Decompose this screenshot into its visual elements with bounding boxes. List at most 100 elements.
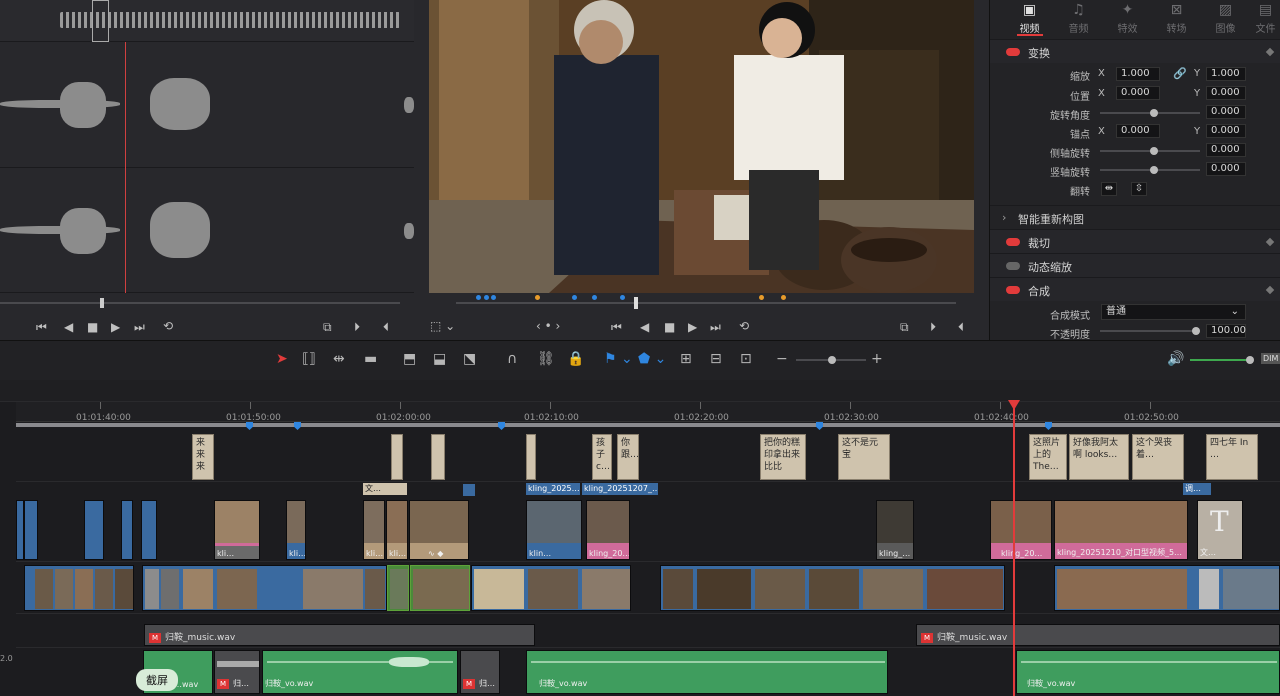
crop-section-header[interactable]: 裁切 <box>990 229 1280 253</box>
skip-forward-icon[interactable]: ⏭ <box>710 320 721 334</box>
text-clip[interactable]: T 文… <box>1197 500 1243 560</box>
video-clip[interactable] <box>1054 565 1280 611</box>
match-frame-icon[interactable]: ⧉ <box>323 320 332 334</box>
keyframe-icon[interactable] <box>1265 237 1275 247</box>
playhead[interactable] <box>1013 402 1015 696</box>
yaw-field[interactable]: 0.000 <box>1206 162 1246 176</box>
tab-video[interactable]: ▣ 视频 <box>1005 0 1054 38</box>
video-clip[interactable]: kling_… <box>876 500 914 560</box>
clip-marker[interactable] <box>463 484 475 496</box>
match-frame-icon[interactable]: ⧉ <box>900 320 909 334</box>
audio-clip[interactable]: 归鞍_vo.wav <box>526 650 888 694</box>
mark-in-icon[interactable]: ⏵ <box>354 320 360 334</box>
blade-tool-icon[interactable]: ▬ <box>364 351 377 367</box>
zoom-x-field[interactable]: 1.000 <box>1116 67 1160 81</box>
video-clip[interactable] <box>660 565 1005 611</box>
mark-in-icon[interactable]: ⏵ <box>930 320 936 334</box>
subtitle-clip[interactable]: 孩子c… <box>592 434 612 480</box>
source-playhead[interactable] <box>125 42 126 293</box>
video-clip[interactable]: kling_20… <box>586 500 630 560</box>
video-clip[interactable]: ∿ ◆ <box>409 500 469 560</box>
timeline-marker[interactable] <box>1045 422 1052 430</box>
subtitle-clip[interactable]: 四七年 In … <box>1206 434 1258 480</box>
timeline-marker[interactable] <box>498 422 505 430</box>
tab-audio[interactable]: ♫ 音频 <box>1054 0 1103 38</box>
zoom-in-icon[interactable]: + <box>871 351 883 367</box>
keyframe-icon[interactable] <box>1265 285 1275 295</box>
subtitle-clip[interactable]: 好像我阿太啊 looks… <box>1069 434 1129 480</box>
selection-tool-icon[interactable]: ➤ <box>276 351 288 367</box>
subtitle-clip[interactable]: 你跟… <box>617 434 639 480</box>
tab-file[interactable]: ▤ 文件 <box>1250 0 1280 38</box>
marker-icon[interactable]: ⬟ ⌄ <box>638 351 666 367</box>
video-clip[interactable]: kli… <box>386 500 408 560</box>
loop-icon[interactable]: ⟲ <box>739 319 749 333</box>
play-icon[interactable]: ▶ <box>111 320 120 334</box>
flip-horizontal-icon[interactable]: ⇹ <box>1101 182 1117 196</box>
adjustment-clip-label[interactable]: 调… <box>1183 483 1211 495</box>
snapping-icon[interactable]: ∩ <box>507 351 517 367</box>
opacity-slider[interactable] <box>1100 327 1200 335</box>
screenshot-tooltip[interactable]: 截屏 <box>136 669 178 691</box>
zoom-y-field[interactable]: 1.000 <box>1206 67 1246 81</box>
transform-toggle[interactable] <box>1006 48 1020 56</box>
play-reverse-icon[interactable]: ◀ <box>640 320 649 334</box>
video-frame[interactable] <box>429 0 974 293</box>
timeline-ruler[interactable]: 01:01:40:00 01:01:50:00 01:02:00:00 01:0… <box>16 402 1280 423</box>
nav-arrows[interactable]: ‹ • › <box>536 319 560 333</box>
zoom-full-icon[interactable]: ⊞ <box>680 351 692 367</box>
composite-toggle[interactable] <box>1006 286 1020 294</box>
yaw-slider[interactable] <box>1100 166 1200 174</box>
loop-icon[interactable]: ⟲ <box>163 319 173 333</box>
skip-forward-icon[interactable]: ⏭ <box>134 320 145 334</box>
stop-icon[interactable]: ■ <box>664 320 675 334</box>
subtitle-clip[interactable] <box>391 434 403 480</box>
audio-channel-1[interactable] <box>0 42 414 168</box>
skip-back-icon[interactable]: ⏮ <box>611 320 622 334</box>
flag-icon[interactable]: ⚑ ⌄ <box>604 351 633 367</box>
pitch-field[interactable]: 0.000 <box>1206 143 1246 157</box>
video-clip-label[interactable]: kling_20251207_… <box>582 483 658 495</box>
audio-clip[interactable]: 归鞍_vo.wav <box>262 650 458 694</box>
rotation-field[interactable]: 0.000 <box>1206 105 1246 119</box>
audio-clip[interactable]: M 归… <box>460 650 500 694</box>
mark-out-icon[interactable]: ⏴ <box>958 320 964 334</box>
smart-reframe-section[interactable]: › 智能重新构图 <box>990 205 1280 229</box>
crop-view-icon[interactable]: ⬚ ⌄ <box>430 319 455 333</box>
video-clip[interactable]: kli… <box>214 500 260 560</box>
crop-toggle[interactable] <box>1006 238 1020 246</box>
audio-clip[interactable]: M 归… <box>214 650 260 694</box>
dynamic-trim-icon[interactable]: ⇹ <box>333 351 345 367</box>
position-x-field[interactable]: 0.000 <box>1116 86 1160 100</box>
timeline-marker[interactable] <box>294 422 301 430</box>
video-clip[interactable] <box>471 565 631 611</box>
video-clip[interactable]: kli… <box>286 500 306 560</box>
dynamic-zoom-toggle[interactable] <box>1006 262 1020 270</box>
video-clip[interactable]: kling_20251210_对口型视频_5… <box>1054 500 1188 560</box>
video-clip[interactable]: kling_20… <box>990 500 1052 560</box>
stop-icon[interactable]: ■ <box>87 320 98 334</box>
subtitle-clip[interactable]: 来来来 <box>192 434 214 480</box>
mark-out-icon[interactable]: ⏴ <box>383 320 389 334</box>
tab-transition[interactable]: ⊠ 转场 <box>1152 0 1201 38</box>
pitch-slider[interactable] <box>1100 147 1200 155</box>
opacity-field[interactable]: 100.00 <box>1206 324 1246 338</box>
replace-clip-icon[interactable]: ⬔ <box>463 351 476 367</box>
zoom-detail-icon[interactable]: ⊟ <box>710 351 722 367</box>
link-icon[interactable]: 🔗 <box>1173 67 1187 80</box>
lock-icon[interactable]: 🔒 <box>567 351 584 367</box>
play-reverse-icon[interactable]: ◀ <box>64 320 73 334</box>
timeline-scrubber[interactable] <box>456 297 956 309</box>
flip-vertical-icon[interactable]: ⇳ <box>1131 182 1147 196</box>
video-clip[interactable] <box>142 565 387 611</box>
timeline-marker[interactable] <box>816 422 823 430</box>
zoom-custom-icon[interactable]: ⊡ <box>740 351 752 367</box>
subtitle-clip[interactable]: 这不是元宝 <box>838 434 890 480</box>
play-icon[interactable]: ▶ <box>688 320 697 334</box>
audio-channel-2[interactable] <box>0 168 414 293</box>
speaker-icon[interactable]: 🔊 <box>1167 351 1184 367</box>
subtitle-clip[interactable] <box>431 434 445 480</box>
audio-clip[interactable]: 归鞍_vo.wav <box>1016 650 1280 694</box>
zoom-slider[interactable] <box>796 356 866 364</box>
position-y-field[interactable]: 0.000 <box>1206 86 1246 100</box>
